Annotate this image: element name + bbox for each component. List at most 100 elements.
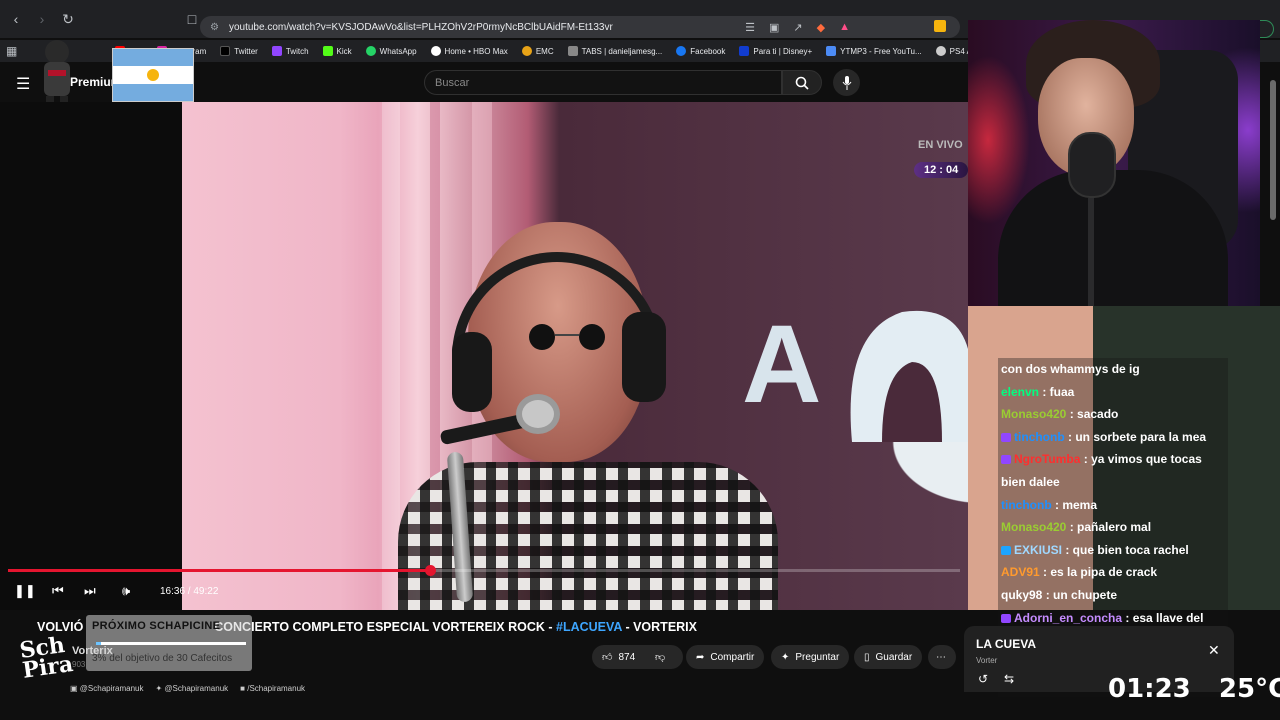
chat-username[interactable]: NgroTumba xyxy=(1014,452,1080,466)
cast-icon[interactable]: ▣ xyxy=(769,21,779,34)
bookmark-4[interactable]: Kick xyxy=(322,46,352,56)
dislike-button[interactable]: 👎︎ xyxy=(645,645,683,669)
chat-username[interactable]: EXKIUSI xyxy=(1014,543,1062,557)
back-icon[interactable]: ‹ xyxy=(6,9,26,29)
share-icon[interactable]: ↗ xyxy=(793,21,802,34)
page-scrollbar[interactable] xyxy=(1270,80,1276,220)
video-time: 16:36 / 49:22 xyxy=(160,586,219,597)
chat-message: EXKIUSI : que bien toca rachel xyxy=(998,538,1228,562)
chat-message: con dos whammys de ig xyxy=(998,358,1228,381)
next-icon[interactable]: ⏭ xyxy=(84,583,96,599)
chat-message: tinchonb : un sorbete para la mea xyxy=(998,425,1228,449)
address-bar-icons: ☰ ▣ ↗ ◆ ▲ xyxy=(745,16,850,38)
bookmark-5[interactable]: WhatsApp xyxy=(365,46,417,56)
progress-scrubber[interactable] xyxy=(424,565,436,576)
chat-badge-icon xyxy=(1001,455,1011,465)
forward-icon[interactable]: › xyxy=(32,9,52,29)
cafecito-progress-bar xyxy=(96,642,246,645)
chat-text: : un sorbete para la mea xyxy=(1064,429,1207,444)
chat-username[interactable]: Monaso420 xyxy=(1001,407,1066,421)
argentina-flag-icon xyxy=(112,48,194,102)
mic-arm xyxy=(1088,198,1094,306)
shield-icon[interactable]: ◆ xyxy=(817,21,825,34)
sunglasses xyxy=(529,324,605,350)
chat-message: Monaso420 : sacado xyxy=(998,403,1228,426)
channel-subscribers: 903 xyxy=(72,660,86,669)
translate-icon[interactable]: ☰ xyxy=(745,21,755,34)
channel-logo[interactable]: Sch Pira xyxy=(18,632,75,694)
reload-icon[interactable]: ↻ xyxy=(58,9,78,29)
bookmark-6[interactable]: Home • HBO Max xyxy=(430,46,508,56)
figurine-overlay-icon xyxy=(44,40,70,110)
extension-icon[interactable] xyxy=(934,20,946,32)
loop-icon[interactable]: ↺ xyxy=(978,672,988,686)
search-button[interactable] xyxy=(782,70,822,95)
chat-username[interactable]: tinchonb xyxy=(1014,430,1065,444)
ask-button[interactable]: ✦ Preguntar xyxy=(771,645,850,669)
social-twitter[interactable]: ✦ @Schapiramanuk xyxy=(156,684,229,693)
alert-icon[interactable]: ▲ xyxy=(839,21,850,33)
bookmark-10[interactable]: Para ti | Disney+ xyxy=(739,46,812,56)
bookmark-2[interactable]: Twitter xyxy=(220,46,258,56)
share-arrow-icon: ➦ xyxy=(696,651,705,663)
cafecito-goal-text: 3% del objetivo de 30 Cafecitos xyxy=(92,653,233,664)
apps-icon[interactable]: ▦ xyxy=(6,44,17,58)
share-button[interactable]: ➦ Compartir xyxy=(686,645,765,669)
chat-username[interactable]: quky98 xyxy=(1001,588,1042,602)
site-info-icon[interactable]: ⚙ xyxy=(210,22,219,33)
chat-message: Monaso420 : pañalero mal xyxy=(998,516,1228,539)
bookmark-8[interactable]: TABS | danieljamesg... xyxy=(567,46,662,56)
volume-icon[interactable]: 🕪 xyxy=(122,583,130,599)
cafecito-progress-fill xyxy=(96,642,101,645)
shuffle-icon[interactable]: ⇆ xyxy=(1004,672,1014,686)
streamer-body xyxy=(998,170,1228,306)
bookmark-9[interactable]: Facebook xyxy=(676,46,725,56)
chat-text: : es la pipa de crack xyxy=(1039,565,1158,580)
search-icon xyxy=(795,76,809,90)
streamer-microphone xyxy=(1068,132,1116,198)
chat-badge-icon xyxy=(1001,613,1011,623)
bookmark-11[interactable]: YTMP3 - Free YouTu... xyxy=(826,46,922,56)
menu-icon[interactable]: ☰ xyxy=(16,74,30,94)
chat-text: : fuaa xyxy=(1039,384,1075,399)
url-text: youtube.com/watch?v=KVSJODAwVo&list=PLHZ… xyxy=(228,21,613,33)
bookmark-icon: ▯ xyxy=(864,651,870,663)
chat-username[interactable]: ADV91 xyxy=(1001,565,1040,579)
chat-message: tinchonb : mema xyxy=(998,493,1228,517)
previous-icon[interactable]: ⏮ xyxy=(52,583,64,599)
chat-username[interactable]: Adorni_en_concha xyxy=(1014,611,1122,625)
chat-username[interactable]: elenvn xyxy=(1001,385,1039,399)
more-dots-icon: ⋯ xyxy=(936,651,946,663)
pause-icon[interactable]: ❚❚ xyxy=(14,583,36,599)
address-bar[interactable]: ⚙ youtube.com/watch?v=KVSJODAwVo&list=PL… xyxy=(200,16,960,38)
social-twitch[interactable]: ■ /Schapiramanuk xyxy=(240,684,305,693)
chat-text: con dos whammys de ig xyxy=(1001,362,1140,376)
playlist-channel: Vorter xyxy=(976,656,998,665)
chat-text: : sacado xyxy=(1066,407,1119,422)
thumbs-up-icon: 👍︎ xyxy=(602,652,613,663)
social-instagram[interactable]: ▣ @Schapiramanuk xyxy=(70,684,144,693)
bookmark-7[interactable]: EMC xyxy=(521,46,554,56)
save-button[interactable]: ▯ Guardar xyxy=(854,645,923,669)
stage-microphone xyxy=(440,394,560,445)
chat-text: : que bien toca rachel xyxy=(1062,542,1189,557)
bookmark-star-icon[interactable]: □ xyxy=(182,9,202,29)
microphone-icon xyxy=(842,75,851,90)
voice-search-button[interactable] xyxy=(833,69,860,96)
video-player[interactable]: A xyxy=(0,102,968,610)
live-label: EN VIVO xyxy=(918,139,963,151)
more-options-button[interactable]: ⋯ xyxy=(928,645,956,669)
live-timer: 12 : 04 xyxy=(914,162,969,178)
close-playlist-icon[interactable]: ✕ xyxy=(1208,642,1220,659)
bookmark-3[interactable]: Twitch xyxy=(271,46,309,56)
sparkle-icon: ✦ xyxy=(781,651,790,663)
chat-username[interactable]: tinchonb xyxy=(1001,498,1052,512)
chat-username[interactable]: Monaso420 xyxy=(1001,520,1066,534)
chat-message: quky98 : un chupete xyxy=(998,583,1228,607)
social-links: ▣ @Schapiramanuk ✦ @Schapiramanuk ■ /Sch… xyxy=(70,684,305,693)
title-hashtag[interactable]: #LACUEVA xyxy=(556,620,622,634)
streamer-webcam xyxy=(968,20,1260,306)
playlist-title: LA CUEVA xyxy=(976,637,1036,651)
search-input[interactable]: Buscar xyxy=(424,70,782,95)
video-progress-bar[interactable] xyxy=(8,565,960,576)
